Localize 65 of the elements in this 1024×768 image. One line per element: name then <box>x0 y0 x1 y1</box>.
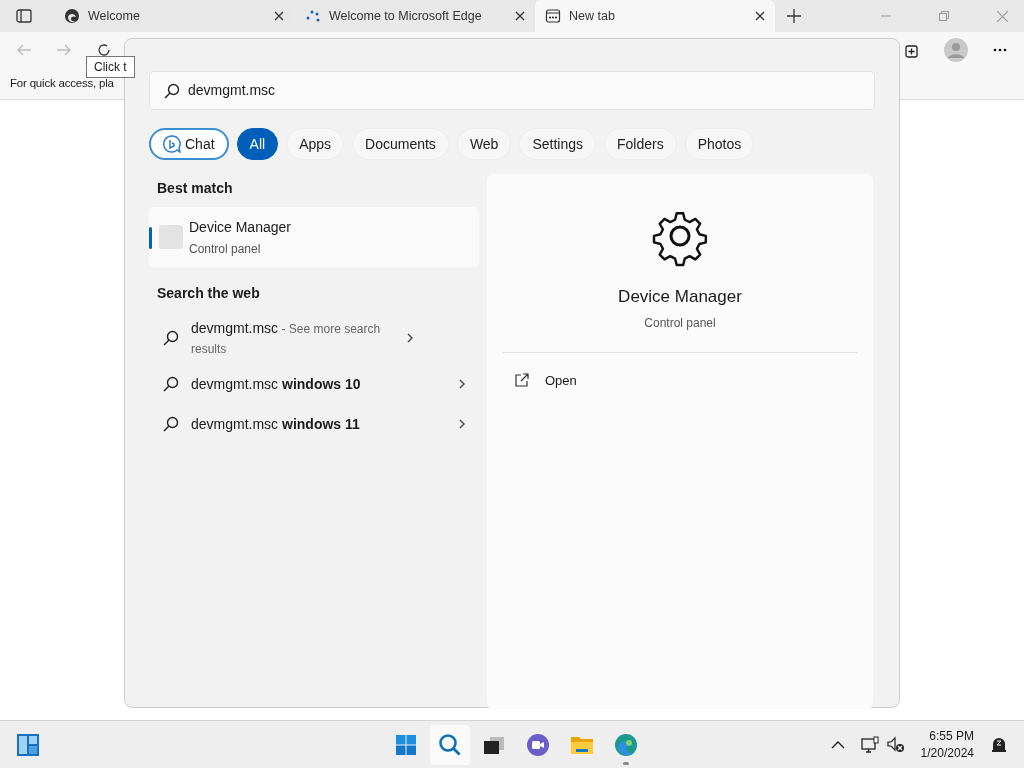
preview-subtitle: Control panel <box>644 314 716 332</box>
filter-tab[interactable]: Apps <box>286 128 345 160</box>
web-result[interactable]: devmgmt.msc windows 10 <box>149 364 479 404</box>
browser-icon <box>614 732 638 757</box>
browser-tab[interactable]: Welcome to Microsoft Edge <box>295 0 535 32</box>
tab-title: Welcome <box>88 7 141 25</box>
chevron-up-icon[interactable] <box>830 739 845 750</box>
filter-tab[interactable]: Chat <box>149 128 229 160</box>
tooltip: Click t <box>86 56 135 78</box>
collections-icon[interactable] <box>904 42 920 58</box>
new-tab-icon[interactable] <box>787 9 801 23</box>
external-link-icon <box>515 373 529 388</box>
notification-icon[interactable] <box>990 735 1008 754</box>
filter-tab[interactable]: All <box>236 128 279 160</box>
tab-title: New tab <box>569 7 616 25</box>
section-heading: Best match <box>156 179 234 198</box>
result-subtitle: Control panel <box>189 240 262 258</box>
close-icon[interactable] <box>515 11 525 21</box>
chevron-icon <box>457 418 467 430</box>
tab-favicon-icon <box>305 8 321 24</box>
tab-favicon-icon <box>64 8 80 24</box>
best-match-item[interactable]: Device Manager Control panel <box>149 207 479 267</box>
preview-title: Device Manager <box>618 286 742 308</box>
search-icon <box>163 416 179 432</box>
refresh-icon[interactable] <box>96 42 112 58</box>
chat-icon <box>526 732 550 757</box>
search-icon <box>438 732 462 757</box>
filter-tab[interactable]: Folders <box>604 128 677 160</box>
result-title: Device Manager <box>189 217 292 237</box>
favorites-hint: For quick access, pla <box>10 75 114 91</box>
speaker-muted-icon[interactable] <box>886 735 905 754</box>
tab-title: Welcome to Microsoft Edge <box>329 7 483 25</box>
search-icon <box>163 376 179 392</box>
result-text: devmgmt.msc - See more search results <box>190 318 382 358</box>
filter-tab[interactable]: Photos <box>684 128 755 160</box>
chevron-icon <box>457 378 467 390</box>
close-icon[interactable] <box>755 11 765 21</box>
start-icon <box>394 732 418 757</box>
browser-tab[interactable]: Welcome <box>54 0 294 32</box>
filter-tab[interactable]: Documents <box>352 128 449 160</box>
clock-time: 6:55 PM <box>928 728 974 745</box>
widgets-icon[interactable] <box>16 732 40 757</box>
web-result[interactable]: devmgmt.msc windows 11 <box>149 404 479 444</box>
result-text: devmgmt.msc windows 10 <box>190 374 362 394</box>
running-indicator <box>623 761 629 765</box>
profile-avatar-icon[interactable] <box>944 38 968 62</box>
search-field[interactable]: devmgmt.msc <box>149 71 875 110</box>
sidebar-icon[interactable] <box>16 8 32 24</box>
tab-favicon-icon <box>545 8 561 24</box>
chat-bubble-icon <box>163 135 181 153</box>
action-link[interactable]: Open <box>515 370 577 390</box>
clock[interactable]: 6:55 PM 1/20/2024 <box>920 728 974 761</box>
filter-tab[interactable]: Web <box>456 128 512 160</box>
search-icon <box>164 82 180 99</box>
network-icon[interactable] <box>860 735 879 754</box>
search-query: devmgmt.msc <box>188 81 276 100</box>
result-text: devmgmt.msc windows 11 <box>190 414 361 434</box>
search-icon <box>163 330 179 346</box>
section-heading: Search the web <box>156 284 261 303</box>
clock-date: 1/20/2024 <box>920 744 974 761</box>
close-icon[interactable] <box>274 11 284 21</box>
chevron-icon <box>405 332 415 344</box>
browser-tab[interactable]: New tab <box>535 0 775 32</box>
web-result[interactable]: devmgmt.msc - See more search results <box>149 312 479 364</box>
filter-tab[interactable]: Settings <box>519 128 596 160</box>
